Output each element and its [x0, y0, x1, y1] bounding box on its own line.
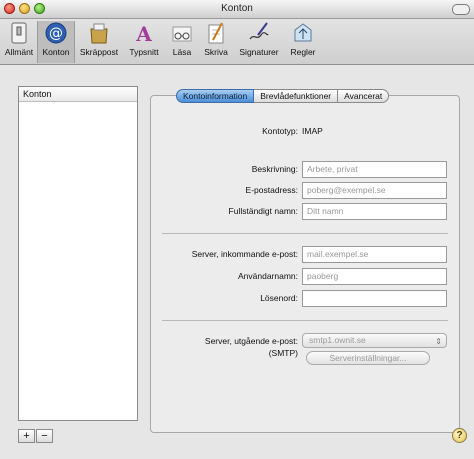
toolbar-item-label: Läsa — [172, 47, 192, 57]
server-settings-button[interactable]: Serverinställningar... — [306, 351, 430, 365]
incoming-server-label: Server, inkommande e-post: — [191, 249, 298, 259]
rules-icon — [294, 23, 312, 42]
outgoing-server-sublabel: (SMTP) — [268, 348, 298, 358]
fonts-icon: A — [135, 22, 152, 45]
account-type-label: Kontotyp: — [262, 126, 298, 136]
username-label: Användarnamn: — [237, 271, 298, 281]
toolbar-item-allmant[interactable]: Allmänt — [2, 21, 36, 63]
preferences-content: Konton + − Kontoinformation Brevlådefunk… — [0, 65, 474, 459]
outgoing-server-row: Server, utgående e-post: (SMTP) smtp1.ow… — [150, 333, 460, 369]
description-field[interactable]: Arbete, privat — [302, 161, 447, 178]
accounts-list[interactable]: Konton — [18, 86, 138, 421]
password-row: Lösenord: — [150, 290, 460, 308]
signature-pen-icon — [249, 22, 269, 40]
title-bar: Konton — [0, 0, 474, 19]
incoming-server-row: Server, inkommande e-post: mail.exempel.… — [150, 246, 460, 264]
tab-kontoinformation[interactable]: Kontoinformation — [176, 89, 255, 103]
svg-text:@: @ — [49, 26, 63, 42]
preferences-toolbar: Allmänt @ Konton Skräppost A Typsnitt Lä… — [0, 19, 474, 65]
add-account-button[interactable]: + — [18, 429, 35, 443]
fullname-row: Fullständigt namn: Ditt namn — [150, 203, 460, 221]
tab-brevladefunktioner[interactable]: Brevlådefunktioner — [254, 89, 339, 103]
toolbar-item-label: Skräppost — [79, 47, 119, 57]
accounts-list-header: Konton — [19, 87, 137, 102]
toolbar-item-label: Regler — [290, 47, 316, 57]
outgoing-server-select[interactable]: smtp1.ownit.se ⇕ — [302, 333, 447, 348]
incoming-server-field[interactable]: mail.exempel.se — [302, 246, 447, 263]
svg-text:A: A — [135, 22, 152, 45]
email-field[interactable]: poberg@exempel.se — [302, 182, 447, 199]
toolbar-item-label: Konton — [42, 47, 70, 57]
help-button[interactable]: ? — [452, 428, 467, 443]
tab-avancerat[interactable]: Avancerat — [338, 89, 390, 103]
window-title: Konton — [221, 3, 253, 14]
outgoing-server-value: smtp1.ownit.se — [309, 335, 366, 345]
at-sign-icon: @ — [45, 22, 67, 44]
up-down-arrows-icon: ⇕ — [435, 337, 442, 346]
toolbar-item-skriva[interactable]: Skriva — [199, 21, 233, 63]
toolbar-item-label: Signaturer — [239, 47, 279, 57]
toolbar-item-label: Allmänt — [4, 47, 34, 57]
glasses-icon — [172, 26, 192, 42]
outgoing-server-label: Server, utgående e-post: — [204, 336, 298, 346]
junk-mail-bag-icon — [90, 23, 108, 44]
toolbar-item-konton[interactable]: @ Konton — [37, 21, 75, 63]
username-field[interactable]: paoberg — [302, 268, 447, 285]
toolbar-item-lasa[interactable]: Läsa — [167, 21, 197, 63]
account-settings-panel — [150, 95, 460, 433]
toolbar-item-typsnitt[interactable]: A Typsnitt — [125, 21, 163, 63]
fullname-label: Fullständigt namn: — [228, 206, 298, 216]
toolbar-item-label: Skriva — [204, 47, 228, 57]
settings-tabs: Kontoinformation Brevlådefunktioner Avan… — [176, 89, 390, 103]
preferences-window: Konton Allmänt @ Konton Skräppost A Typs… — [0, 0, 474, 459]
username-row: Användarnamn: paoberg — [150, 268, 460, 286]
divider — [162, 320, 448, 321]
account-type-value: IMAP — [302, 126, 323, 136]
toolbar-item-signaturer[interactable]: Signaturer — [235, 21, 283, 63]
toolbar-item-label: Typsnitt — [129, 47, 159, 57]
account-type-row: Kontotyp: IMAP — [150, 123, 460, 141]
password-field[interactable] — [302, 290, 447, 307]
divider — [162, 233, 448, 234]
toolbar-toggle-button[interactable] — [452, 4, 470, 15]
description-row: Beskrivning: Arbete, privat — [150, 161, 460, 179]
fullname-field[interactable]: Ditt namn — [302, 203, 447, 220]
remove-account-button[interactable]: − — [36, 429, 53, 443]
description-label: Beskrivning: — [251, 164, 298, 174]
password-label: Lösenord: — [260, 293, 298, 303]
email-row: E-postadress: poberg@exempel.se — [150, 182, 460, 200]
toolbar-item-regler[interactable]: Regler — [286, 21, 320, 63]
switch-icon — [11, 22, 27, 44]
email-label: E-postadress: — [245, 185, 298, 195]
pencil-pad-icon — [208, 22, 224, 44]
toolbar-item-skrappost[interactable]: Skräppost — [75, 21, 123, 63]
